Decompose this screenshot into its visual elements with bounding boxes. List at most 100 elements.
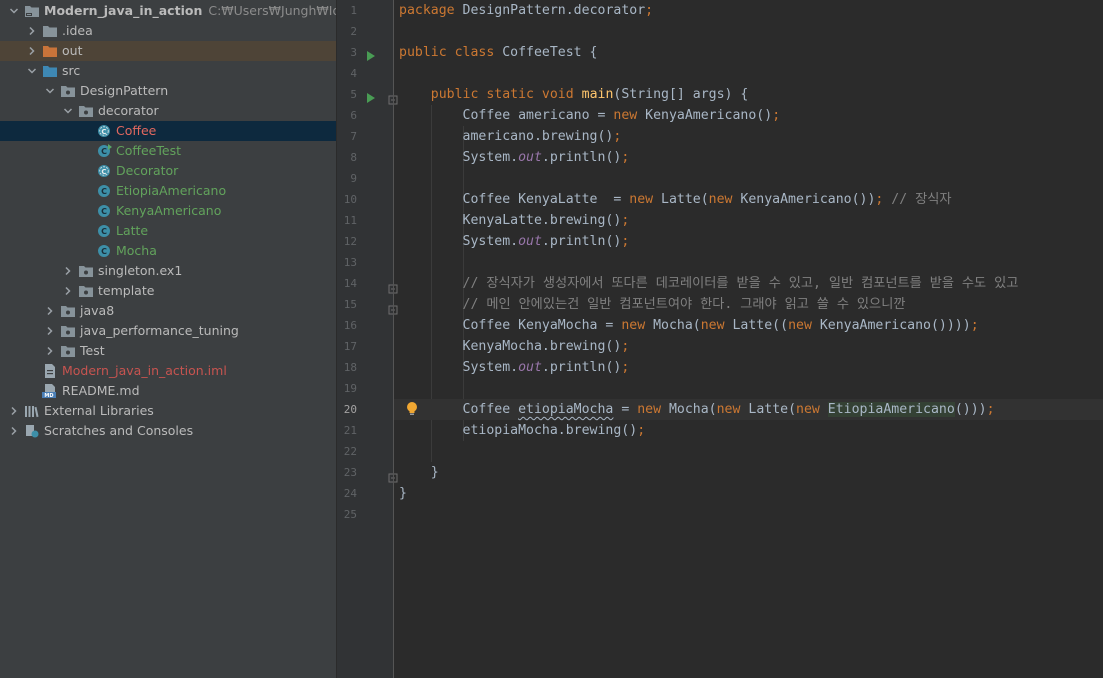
code-line[interactable]: System.out.println();	[394, 231, 1103, 252]
code-token: ;	[621, 339, 630, 354]
code-line[interactable]	[394, 168, 1103, 189]
code-token: Coffee KenyaLatte =	[399, 192, 630, 207]
code-line-text: Coffee americano = new KenyaAmericano();	[399, 105, 781, 126]
code-line[interactable]: americano.brewing();	[394, 126, 1103, 147]
tree-item-text: Modern_java_in_action	[44, 3, 203, 18]
code-line[interactable]	[394, 252, 1103, 273]
code-line[interactable]: KenyaMocha.brewing();	[394, 336, 1103, 357]
tree-item-out[interactable]: out	[0, 41, 336, 61]
intention-bulb-icon[interactable]	[406, 401, 418, 417]
chevron-right-icon[interactable]	[62, 261, 74, 281]
tree-item-modern-java-in-action-iml[interactable]: Modern_java_in_action.iml	[0, 361, 336, 381]
tree-item-idea[interactable]: .idea	[0, 21, 336, 41]
code-editor[interactable]: package DesignPattern.decorator; public c…	[394, 0, 1103, 678]
code-token: new	[788, 318, 820, 333]
code-line[interactable]: System.out.println();	[394, 147, 1103, 168]
chevron-down-icon[interactable]	[26, 61, 38, 81]
tree-item-test[interactable]: Test	[0, 341, 336, 361]
code-line-text: System.out.println();	[399, 357, 630, 378]
code-line[interactable]: public class CoffeeTest {	[394, 42, 1103, 63]
svg-text:C: C	[101, 207, 107, 216]
tree-item-designpattern[interactable]: DesignPattern	[0, 81, 336, 101]
code-line[interactable]	[394, 441, 1103, 462]
tree-item-text: singleton.ex1	[98, 263, 183, 278]
code-line[interactable]: etiopiaMocha.brewing();	[394, 420, 1103, 441]
code-token: Latte(	[661, 192, 709, 207]
code-line[interactable]: package DesignPattern.decorator;	[394, 0, 1103, 21]
chevron-right-icon[interactable]	[8, 401, 20, 421]
tree-item-label: Test	[80, 341, 105, 361]
run-icon[interactable]	[366, 47, 378, 61]
code-line[interactable]: }	[394, 483, 1103, 504]
code-line[interactable]: public static void main(String[] args) {	[394, 84, 1103, 105]
line-number: 14	[343, 277, 357, 290]
code-line[interactable]	[394, 378, 1103, 399]
tree-item-coffee[interactable]: C Coffee	[0, 121, 336, 141]
code-line[interactable]: Coffee etiopiaMocha = new Mocha(new Latt…	[394, 399, 1103, 420]
tree-item-text: EtiopiaAmericano	[116, 183, 227, 198]
tree-item-template[interactable]: template	[0, 281, 336, 301]
tree-item-kenyaamericano[interactable]: C KenyaAmericano	[0, 201, 336, 221]
code-line[interactable]: Coffee KenyaMocha = new Mocha(new Latte(…	[394, 315, 1103, 336]
code-line[interactable]: // 장식자가 생성자에서 또다른 데코레이터를 받을 수 있고, 일반 컴포넌…	[394, 273, 1103, 294]
code-line[interactable]: // 메인 안에있는건 일반 컴포넌트여야 한다. 그래야 읽고 쓸 수 있으니…	[394, 294, 1103, 315]
code-token: // 장식자	[891, 192, 952, 207]
code-line[interactable]: Coffee KenyaLatte = new Latte(new KenyaA…	[394, 189, 1103, 210]
tree-item-latte[interactable]: C Latte	[0, 221, 336, 241]
code-token: KenyaLatte.brewing()	[399, 213, 622, 228]
tree-item-singleton-ex1[interactable]: singleton.ex1	[0, 261, 336, 281]
code-line-text: KenyaMocha.brewing();	[399, 336, 630, 357]
code-token: }	[399, 486, 407, 501]
line-number: 16	[343, 319, 357, 332]
code-line[interactable]	[394, 21, 1103, 42]
tree-item-label: External Libraries	[44, 401, 154, 421]
code-line-text: System.out.println();	[399, 231, 630, 252]
chevron-right-icon[interactable]	[44, 301, 56, 321]
code-line-text: public class CoffeeTest {	[399, 42, 598, 63]
svg-text:C: C	[101, 247, 107, 256]
code-token: Coffee americano =	[399, 108, 614, 123]
tree-item-modern-java-in-action[interactable]: Modern_java_in_action C:₩Users₩Jungh₩Idea…	[0, 1, 336, 21]
code-token: }	[399, 465, 439, 480]
tree-item-java-performance-tuning[interactable]: java_performance_tuning	[0, 321, 336, 341]
chevron-right-icon[interactable]	[26, 41, 38, 61]
code-line[interactable]	[394, 504, 1103, 525]
code-line[interactable]: Coffee americano = new KenyaAmericano();	[394, 105, 1103, 126]
orange-folder-icon	[42, 44, 58, 58]
code-line[interactable]	[394, 63, 1103, 84]
tree-item-decorator[interactable]: C Decorator	[0, 161, 336, 181]
chevron-right-icon[interactable]	[44, 321, 56, 341]
tree-item-text: .idea	[62, 23, 93, 38]
chevron-down-icon[interactable]	[62, 101, 74, 121]
chevron-right-icon[interactable]	[26, 21, 38, 41]
code-token: ;	[637, 423, 646, 438]
tree-item-label: java_performance_tuning	[80, 321, 239, 341]
tree-item-java8[interactable]: java8	[0, 301, 336, 321]
tree-item-coffeetest[interactable]: C CoffeeTest	[0, 141, 336, 161]
tree-item-label: Coffee	[116, 121, 156, 141]
tree-item-text: java8	[80, 303, 115, 318]
code-token: ;	[970, 318, 979, 333]
tree-item-scratches-and-consoles[interactable]: Scratches and Consoles	[0, 421, 336, 441]
code-line[interactable]: }	[394, 462, 1103, 483]
package-icon	[78, 264, 94, 278]
tree-item-decorator[interactable]: decorator	[0, 101, 336, 121]
chevron-right-icon[interactable]	[44, 341, 56, 361]
tree-item-label: Latte	[116, 221, 148, 241]
tree-item-external-libraries[interactable]: External Libraries	[0, 401, 336, 421]
chevron-down-icon[interactable]	[8, 1, 20, 21]
tree-item-mocha[interactable]: C Mocha	[0, 241, 336, 261]
code-line-text: Coffee KenyaLatte = new Latte(new KenyaA…	[399, 189, 952, 210]
line-number: 4	[350, 67, 357, 80]
code-line[interactable]: System.out.println();	[394, 357, 1103, 378]
chevron-down-icon[interactable]	[44, 81, 56, 101]
tree-item-etiopiaamericano[interactable]: C EtiopiaAmericano	[0, 181, 336, 201]
tree-item-readme-md[interactable]: MD README.md	[0, 381, 336, 401]
chevron-right-icon[interactable]	[62, 281, 74, 301]
tree-item-src[interactable]: src	[0, 61, 336, 81]
chevron-right-icon[interactable]	[8, 421, 20, 441]
tree-item-label: .idea	[62, 21, 93, 41]
run-icon[interactable]	[366, 89, 378, 103]
code-token: .println()	[541, 360, 622, 375]
code-line[interactable]: KenyaLatte.brewing();	[394, 210, 1103, 231]
